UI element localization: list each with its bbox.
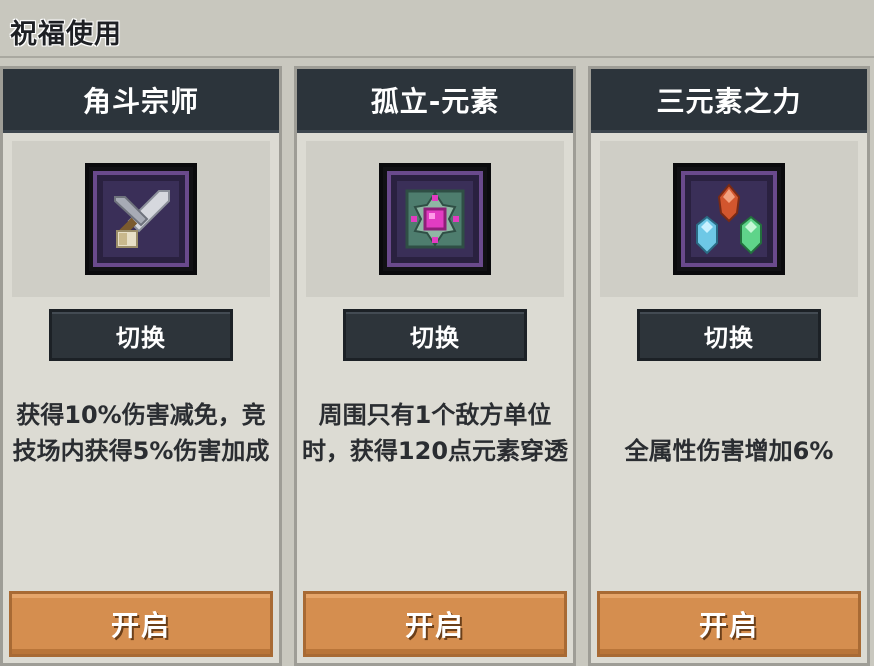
icon-area xyxy=(600,141,858,297)
pink-gem-rune-icon xyxy=(379,163,491,275)
card-description: 获得10%伤害减免，竞技场内获得5%伤害加成 xyxy=(12,401,270,465)
icon-area xyxy=(306,141,564,297)
blessing-card-three-elements: 三元素之力 切换 全属性伤害增加6% 开启 xyxy=(588,66,870,666)
card-description: 全属性伤害增加6% xyxy=(624,437,834,465)
switch-button-label: 切换 xyxy=(704,323,754,352)
blessing-card-list: 角斗宗师 切换 获得10%伤害减免，竞技场内获得5%伤害加成 开启 孤立-元素 … xyxy=(0,66,874,666)
open-button[interactable]: 开启 xyxy=(9,591,273,657)
card-description: 周围只有1个敌方单位时，获得120点元素穿透 xyxy=(301,401,569,465)
title-bar: 祝福使用 xyxy=(0,0,874,58)
switch-button[interactable]: 切换 xyxy=(49,309,233,361)
crossed-swords-icon xyxy=(85,163,197,275)
switch-button[interactable]: 切换 xyxy=(637,309,821,361)
blessing-panel: 祝福使用 角斗宗师 切换 获得10%伤害减免，竞技场内获得5%伤害加成 开启 孤… xyxy=(0,0,874,666)
open-button-label: 开启 xyxy=(698,609,759,642)
page-title: 祝福使用 xyxy=(10,19,122,50)
blessing-card-isolated-element: 孤立-元素 切换 周围只有1个敌方单位时，获得120点元素穿透 开启 xyxy=(294,66,576,666)
three-crystals-icon xyxy=(673,163,785,275)
open-button[interactable]: 开启 xyxy=(303,591,567,657)
card-title: 角斗宗师 xyxy=(82,84,199,118)
card-title: 孤立-元素 xyxy=(370,84,500,118)
switch-button-label: 切换 xyxy=(410,323,460,352)
switch-button-label: 切换 xyxy=(116,323,166,352)
switch-button[interactable]: 切换 xyxy=(343,309,527,361)
card-header: 孤立-元素 xyxy=(297,69,573,133)
card-header: 角斗宗师 xyxy=(3,69,279,133)
open-button-label: 开启 xyxy=(404,609,465,642)
open-button-label: 开启 xyxy=(110,609,171,642)
open-button[interactable]: 开启 xyxy=(597,591,861,657)
blessing-card-gladiator: 角斗宗师 切换 获得10%伤害减免，竞技场内获得5%伤害加成 开启 xyxy=(0,66,282,666)
card-header: 三元素之力 xyxy=(591,69,867,133)
card-title: 三元素之力 xyxy=(656,84,802,118)
icon-area xyxy=(12,141,270,297)
